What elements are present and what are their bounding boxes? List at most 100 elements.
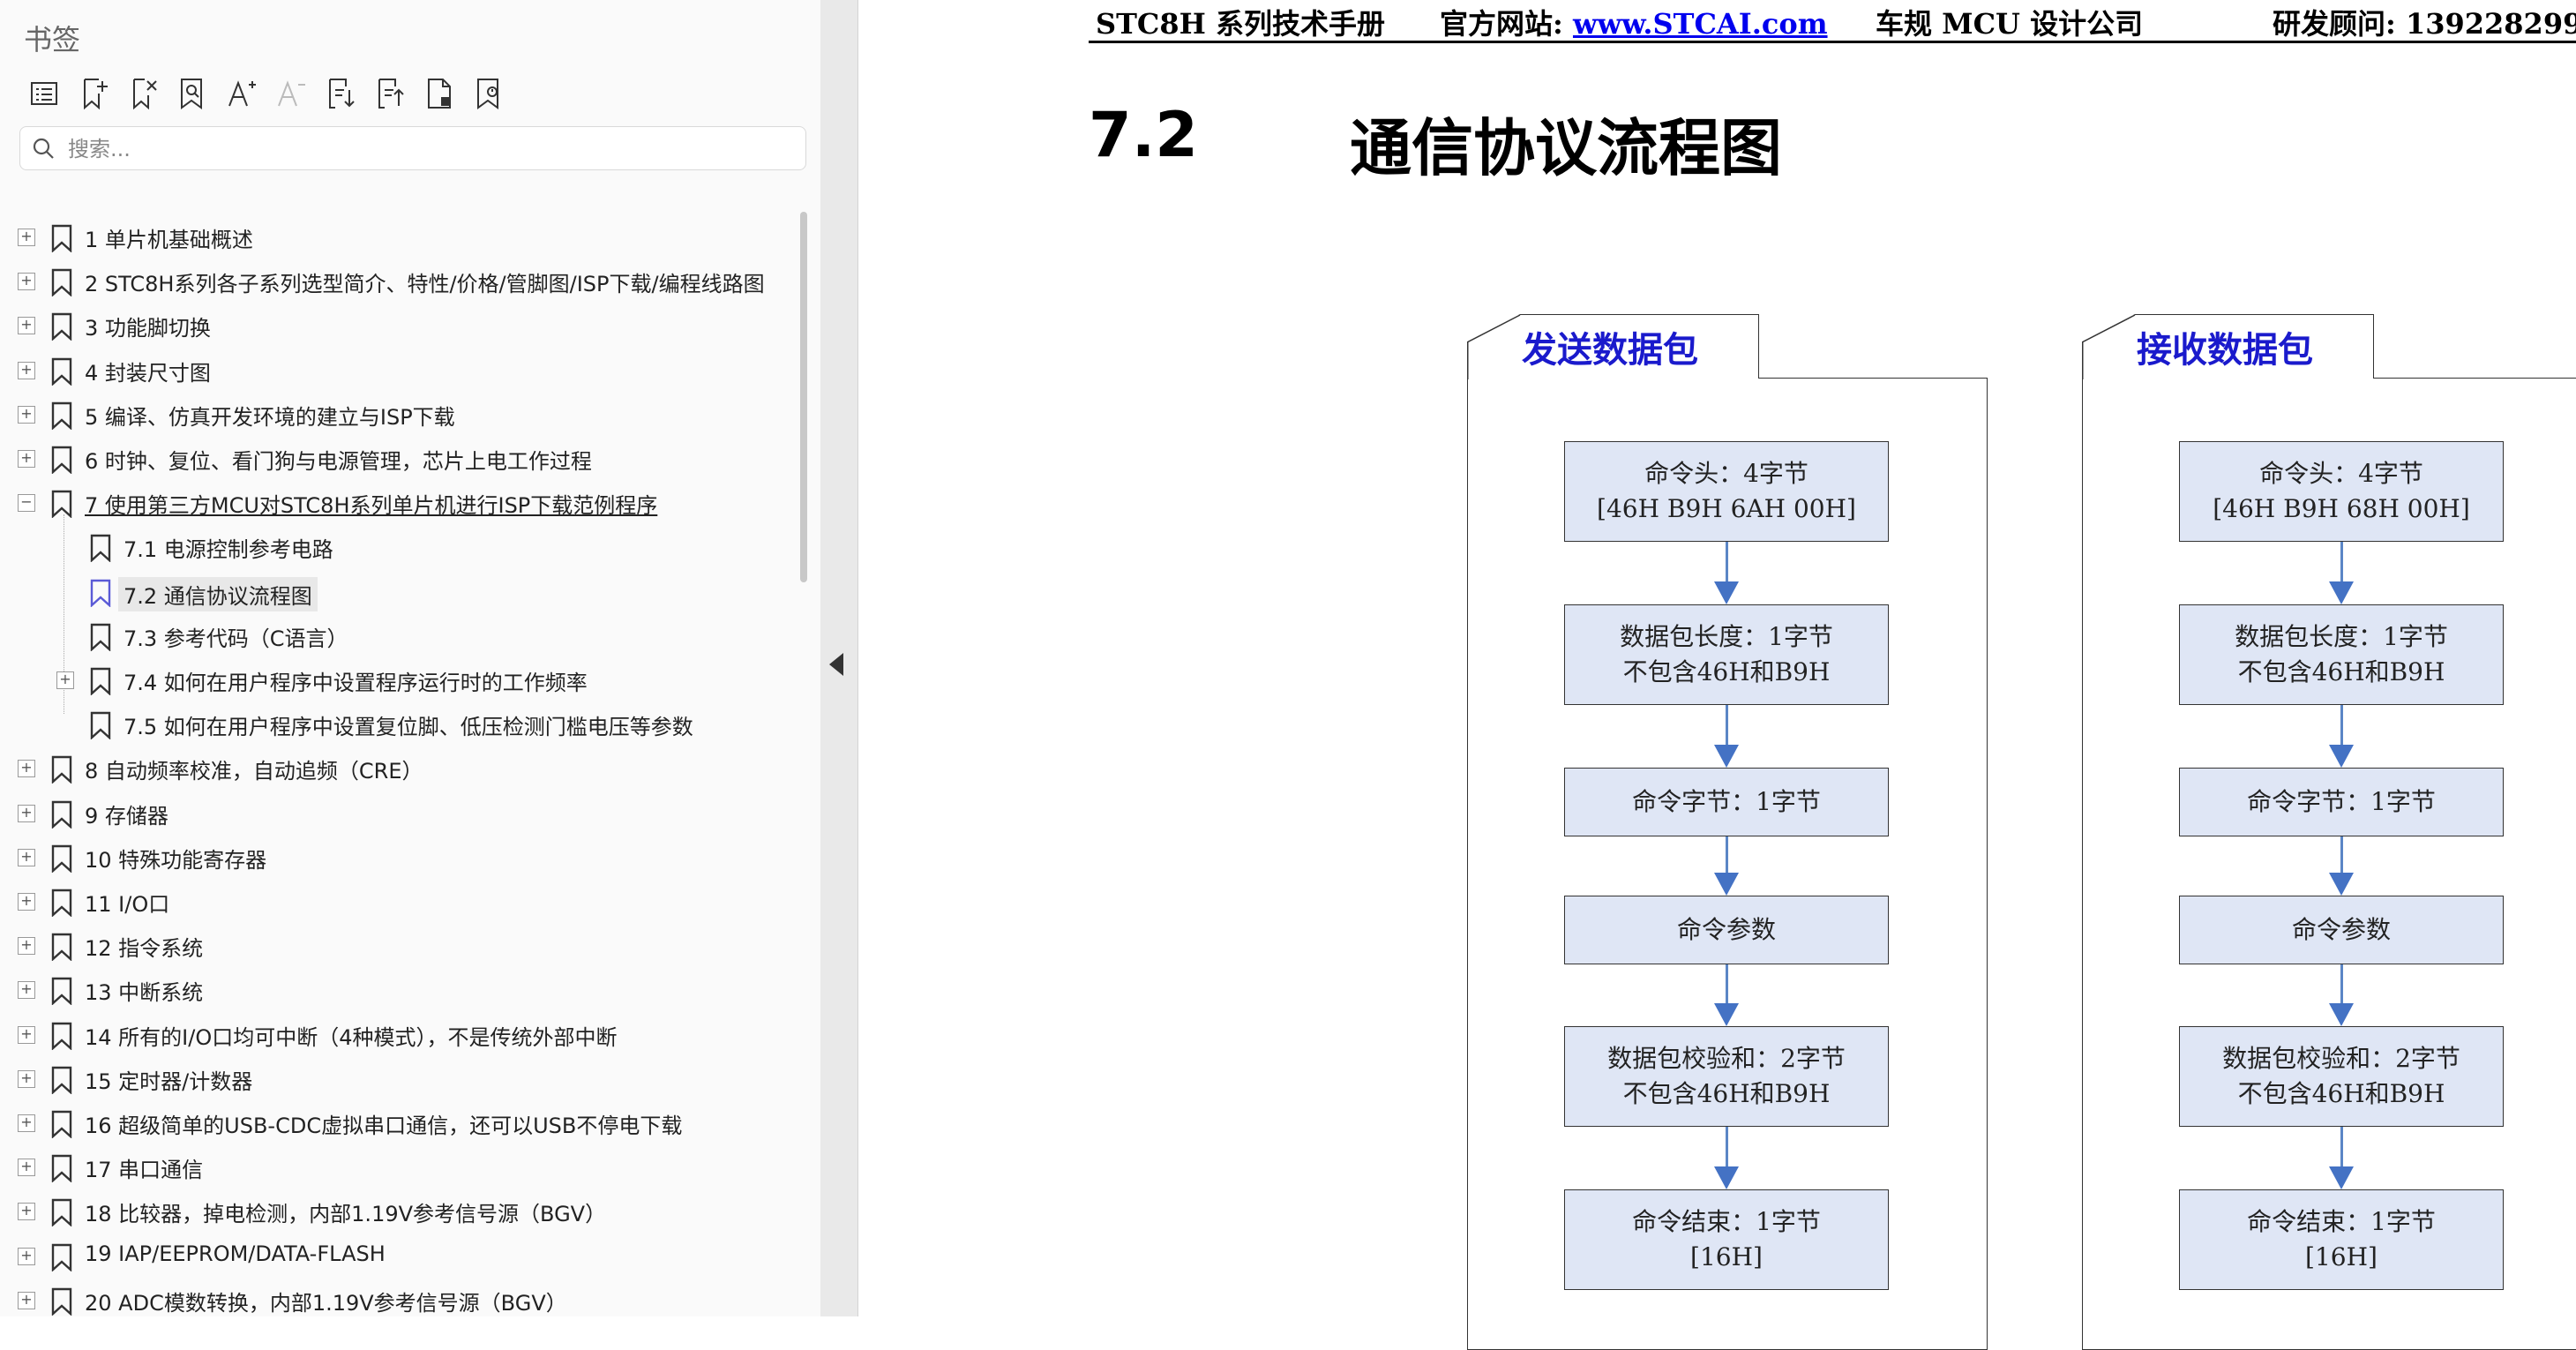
bookmark-icon — [90, 711, 111, 740]
bookmark-item[interactable]: +19 IAP/EEPROM/DATA-FLASH — [0, 1234, 785, 1279]
bookmark-item[interactable]: +10 特殊功能寄存器 — [0, 836, 785, 880]
expand-toggle-icon[interactable]: + — [18, 760, 35, 778]
bookmark-item[interactable]: +2 STC8H系列各子系列选型简介、特性/价格/管脚图/ISP下载/编程线路图 — [0, 259, 785, 304]
flow-step: 命令参数 — [2179, 896, 2504, 964]
expand-toggle-icon[interactable]: + — [18, 361, 35, 379]
flow-step: 命令字节：1字节 — [1564, 768, 1889, 836]
bookmark-item[interactable]: +16 超级简单的USB-CDC虚拟串口通信，还可以USB不停电下载 — [0, 1101, 785, 1145]
bookmark-item[interactable]: +13 中断系统 — [0, 968, 785, 1012]
website-link[interactable]: www.STCAI.com — [1573, 7, 1828, 41]
flow-arrow — [2340, 542, 2343, 583]
flow-arrowhead — [1714, 745, 1739, 768]
expand-toggle-icon[interactable]: + — [18, 1025, 35, 1044]
flow-step: 命令结束：1字节 [16H] — [1564, 1189, 1889, 1290]
bookmark-icon — [51, 357, 72, 386]
increase-font-icon[interactable] — [217, 69, 266, 118]
bookmark-item[interactable]: +5 编译、仿真开发环境的建立与ISP下载 — [0, 393, 785, 437]
flow-step-text: 命令参数 — [2291, 915, 2391, 944]
collapse-all-icon[interactable] — [365, 69, 415, 118]
flow-arrow — [1726, 542, 1728, 583]
expand-toggle-icon[interactable]: + — [18, 893, 35, 911]
bookmark-icon — [51, 755, 72, 785]
expand-toggle-icon[interactable]: + — [18, 317, 35, 335]
find-bookmark-icon[interactable] — [168, 69, 217, 118]
bookmark-item[interactable]: +1 单片机基础概述 — [0, 215, 785, 259]
flow-step-text: 命令头：4字节 — [1644, 459, 1808, 488]
decrease-font-icon[interactable] — [266, 69, 316, 118]
sidebar-title: 书签 — [24, 23, 81, 56]
panel-title: 接收数据包 — [2137, 330, 2313, 371]
expand-toggle-icon[interactable]: + — [18, 405, 35, 424]
expand-toggle-icon[interactable]: + — [18, 1114, 35, 1132]
flow-step: 数据包校验和：2字节 不包含46H和B9H — [2179, 1026, 2504, 1127]
bookmark-item[interactable]: +18 比较器，掉电检测，内部1.19V参考信号源（BGV） — [0, 1189, 785, 1234]
flow-step: 命令头：4字节 [46H B9H 6AH 00H] — [1564, 441, 1889, 542]
page-header: STC8H 系列技术手册 官方网站: www.STCAI.com 车规 MCU … — [1089, 0, 2576, 43]
tab-corner — [1467, 314, 1521, 379]
bookmark-icon — [51, 224, 72, 253]
expand-toggle-icon[interactable]: + — [18, 804, 35, 822]
expand-toggle-icon[interactable]: + — [18, 1291, 35, 1309]
flow-arrowhead — [1714, 873, 1739, 896]
bookmark-settings-icon[interactable] — [464, 69, 513, 118]
bookmark-item[interactable]: 7.2 通信协议流程图 — [0, 570, 785, 614]
bookmark-icon — [51, 933, 72, 962]
bookmark-icon — [51, 1243, 72, 1272]
expand-all-icon[interactable] — [316, 69, 365, 118]
website-label: 官方网站: www.STCAI.com — [1440, 7, 1828, 41]
bookmark-item[interactable]: +6 时钟、复位、看门狗与电源管理，芯片上电工作过程 — [0, 437, 785, 481]
expand-toggle-icon[interactable]: + — [18, 1159, 35, 1177]
bookmark-label: 13 中断系统 — [85, 980, 204, 1006]
bookmark-tree: +1 单片机基础概述 +2 STC8H系列各子系列选型简介、特性/价格/管脚图/I… — [0, 215, 787, 1316]
add-bookmark-icon[interactable] — [69, 69, 118, 118]
bookmark-item[interactable]: 7.5 如何在用户程序中设置复位脚、低压检测门槛电压等参数 — [0, 702, 785, 746]
bookmark-item[interactable]: 7.1 电源控制参考电路 — [0, 525, 785, 569]
bookmark-item[interactable]: +8 自动频率校准，自动追频（CRE） — [0, 746, 785, 791]
bookmark-item[interactable]: +9 存储器 — [0, 791, 785, 836]
bookmark-item[interactable]: +14 所有的I/O口均可中断（4种模式），不是传统外部中断 — [0, 1013, 785, 1057]
bookmark-item[interactable]: +11 I/O口 — [0, 880, 785, 924]
bookmark-item[interactable]: +7.4 如何在用户程序中设置程序运行时的工作频率 — [0, 658, 785, 702]
document-icon[interactable] — [415, 69, 464, 118]
expand-toggle-icon[interactable]: + — [18, 1203, 35, 1221]
bookmark-item[interactable]: +20 ADC模数转换，内部1.19V参考信号源（BGV） — [0, 1279, 785, 1316]
flow-step: 命令头：4字节 [46H B9H 68H 00H] — [2179, 441, 2504, 542]
flow-step: 命令结束：1字节 [16H] — [2179, 1189, 2504, 1290]
expand-toggle-icon[interactable]: + — [56, 671, 74, 689]
collapse-toggle-icon[interactable]: − — [18, 494, 35, 513]
expand-toggle-icon[interactable]: + — [18, 1069, 35, 1088]
bookmark-label: 2 STC8H系列各子系列选型简介、特性/价格/管脚图/ISP下载/编程线路图 — [85, 272, 765, 297]
search-input[interactable] — [66, 132, 793, 166]
bookmark-sidebar: 书签 搜索... + 1 单片机基础概述 + 2 STC8H系列各子系列选型简介… — [0, 0, 821, 1316]
bookmark-item[interactable]: +17 串口通信 — [0, 1145, 785, 1189]
expand-toggle-icon[interactable]: + — [18, 1247, 35, 1265]
bookmark-item[interactable]: +12 指令系统 — [0, 924, 785, 968]
bookmark-icon — [51, 977, 72, 1007]
bookmark-label: 7.5 如何在用户程序中设置复位脚、低压检测门槛电压等参数 — [124, 715, 693, 740]
delete-bookmark-icon[interactable] — [118, 69, 168, 118]
expand-toggle-icon[interactable]: + — [18, 450, 35, 468]
bookmark-icon — [51, 1198, 72, 1228]
expand-toggle-icon[interactable]: + — [18, 848, 35, 866]
bookmark-icon — [90, 579, 111, 608]
bookmark-label: 18 比较器，掉电检测，内部1.19V参考信号源（BGV） — [85, 1202, 607, 1227]
list-icon[interactable] — [19, 69, 69, 118]
expand-toggle-icon[interactable]: + — [18, 229, 35, 246]
bookmark-item[interactable]: 7.3 参考代码（C语言） — [0, 614, 785, 658]
collapse-sidebar-icon[interactable] — [829, 653, 843, 676]
expand-toggle-icon[interactable]: + — [18, 273, 35, 291]
bookmark-icon — [51, 490, 72, 519]
bookmark-label: 19 IAP/EEPROM/DATA-FLASH — [85, 1241, 386, 1266]
bookmark-label: 7.1 电源控制参考电路 — [124, 537, 333, 563]
expand-toggle-icon[interactable]: + — [18, 981, 35, 1000]
tree-scrollbar[interactable] — [800, 212, 807, 582]
flow-step-text: [16H] — [2305, 1242, 2378, 1271]
bookmark-item[interactable]: − 7 使用第三方MCU对STC8H系列单片机进行ISP下载范例程序 — [0, 481, 785, 525]
bookmark-item[interactable]: +15 定时器/计数器 — [0, 1057, 785, 1101]
company-text: 车规 MCU 设计公司 — [1876, 7, 2144, 41]
bookmark-item[interactable]: +3 功能脚切换 — [0, 304, 785, 348]
expand-toggle-icon[interactable]: + — [18, 937, 35, 956]
bookmark-item[interactable]: +4 封装尺寸图 — [0, 349, 785, 393]
flow-step-text: 命令参数 — [1676, 915, 1776, 944]
bookmark-search[interactable] — [19, 126, 806, 170]
